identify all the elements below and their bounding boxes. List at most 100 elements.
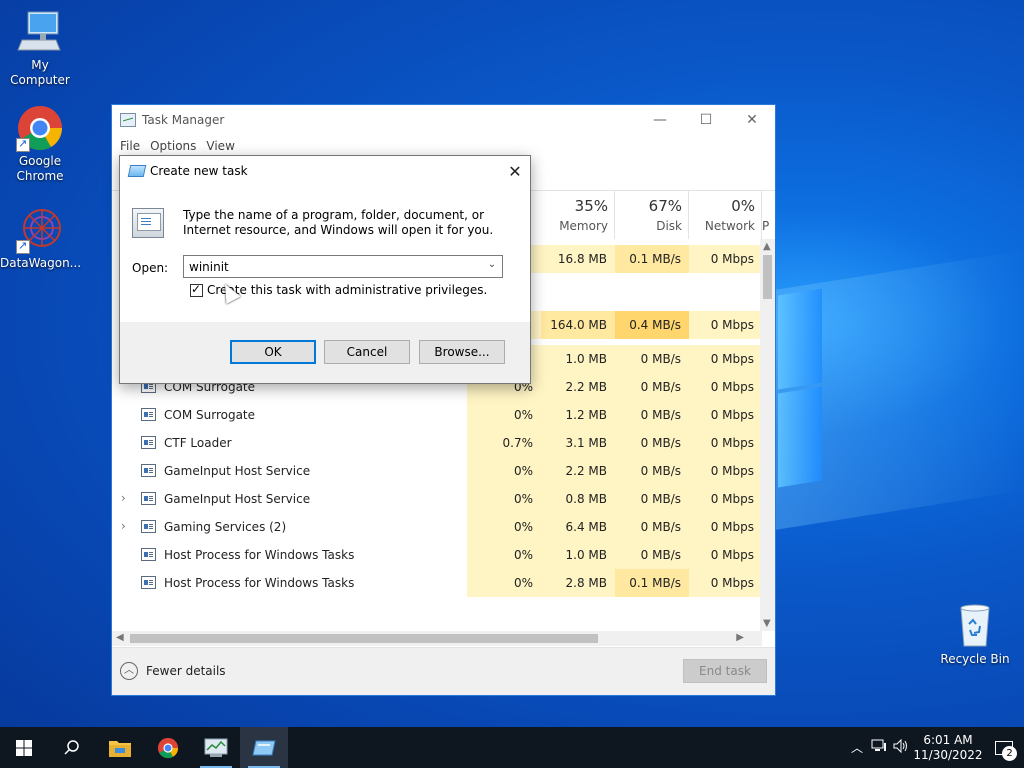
folder-icon [109, 740, 131, 757]
process-name: GameInput Host Service [164, 492, 311, 506]
cell-cpu: 0% [467, 513, 541, 541]
task-manager-icon [120, 113, 136, 127]
search-button[interactable] [48, 727, 96, 768]
minimize-button[interactable]: — [637, 105, 683, 135]
cell-net: 0 Mbps [689, 311, 762, 339]
cell-disk: 0.1 MB/s [615, 569, 689, 597]
vertical-scrollbar[interactable]: ▲ ▼ [760, 239, 775, 631]
desktop-icon-datawagon[interactable]: DataWagon... [0, 206, 81, 271]
process-name: Host Process for Windows Tasks [164, 576, 355, 590]
cell-disk: 0 MB/s [615, 457, 689, 485]
dialog-button-bar: OK Cancel Browse... [120, 322, 530, 383]
scrollbar-thumb[interactable] [130, 634, 598, 643]
scroll-right-icon[interactable]: ▶ [736, 632, 744, 643]
end-task-button[interactable]: End task [683, 659, 767, 683]
scroll-up-icon[interactable]: ▲ [763, 241, 771, 252]
taskbar-run-dialog[interactable] [240, 727, 288, 768]
cell-cpu: 0% [467, 569, 541, 597]
cell-net: 0 Mbps [689, 541, 762, 569]
chevron-down-icon[interactable]: ⌄ [485, 259, 499, 270]
task-manager-icon [204, 738, 228, 757]
datawagon-icon [16, 206, 64, 254]
ok-button[interactable]: OK [230, 340, 316, 364]
process-row[interactable]: GameInput Host Service 0% 2.2 MB 0 MB/s 0 Mb… [112, 457, 762, 485]
taskbar-file-explorer[interactable] [96, 727, 144, 768]
desktop-icon-label: My Computer [10, 58, 70, 87]
run-dialog-icon [132, 208, 164, 238]
clock[interactable]: 6:01 AM 11/30/2022 [912, 733, 984, 763]
computer-icon [16, 8, 64, 56]
taskbar-task-manager[interactable] [192, 727, 240, 768]
process-name: Gaming Services (2) [164, 520, 287, 534]
open-input[interactable]: wininit [189, 260, 229, 274]
scroll-down-icon[interactable]: ▼ [763, 618, 771, 629]
column-header-network[interactable]: 0% Network [689, 191, 762, 239]
window-title: Task Manager [142, 113, 225, 127]
dialog-close-button[interactable]: ✕ [500, 156, 530, 186]
desktop-icon-my-computer[interactable]: My Computer [0, 8, 80, 88]
process-row[interactable]: Host Process for Windows Tasks 0% 1.0 MB 0 … [112, 541, 762, 569]
cell-net: 0 Mbps [689, 401, 762, 429]
browse-button[interactable]: Browse... [419, 340, 505, 364]
cell-disk: 0 MB/s [615, 345, 689, 373]
create-new-task-dialog: Create new task ✕ Type the name of a pro… [119, 155, 531, 384]
cell-mem: 3.1 MB [541, 429, 615, 457]
desktop-icon-recycle-bin[interactable]: Recycle Bin [935, 602, 1015, 667]
notification-count-badge: 2 [1002, 746, 1017, 761]
cell-cpu: 0% [467, 401, 541, 429]
close-button[interactable]: ✕ [729, 105, 775, 135]
cell-net: 0 Mbps [689, 429, 762, 457]
run-icon [252, 740, 276, 755]
desktop-icon-google-chrome[interactable]: Google Chrome [0, 104, 80, 184]
process-row[interactable]: CTF Loader 0.7% 3.1 MB 0 MB/s 0 Mbps [112, 429, 762, 457]
process-row[interactable]: › GameInput Host Service 0% 0.8 MB 0 MB/s 0 M… [112, 485, 762, 513]
process-icon [141, 548, 156, 561]
chevron-right-icon[interactable]: › [121, 519, 126, 533]
chrome-icon [157, 737, 179, 758]
wallpaper-windows-logo [778, 288, 822, 488]
action-center-button[interactable]: 2 [984, 727, 1024, 768]
system-tray: ︿ 6:01 AM 11/30/2022 2 [846, 727, 1024, 768]
cell-disk: 0 MB/s [615, 513, 689, 541]
cancel-button[interactable]: Cancel [324, 340, 410, 364]
chevron-up-icon[interactable]: ︿ [846, 739, 868, 756]
cell-disk: 0 MB/s [615, 429, 689, 457]
fewer-details-button[interactable]: ︿ Fewer details [120, 662, 226, 680]
footer: ︿ Fewer details End task [112, 647, 775, 695]
scrollbar-thumb[interactable] [763, 255, 772, 299]
open-combobox[interactable]: wininit ⌄ [183, 255, 503, 278]
cell-disk: 0.4 MB/s [615, 311, 689, 339]
checkbox-checked-icon[interactable] [190, 282, 203, 297]
column-header-power[interactable]: P [762, 191, 775, 239]
chevron-right-icon[interactable]: › [121, 491, 126, 505]
clock-time: 6:01 AM [923, 732, 973, 747]
cell-net: 0 Mbps [689, 485, 762, 513]
cell-cpu: 0.7% [467, 429, 541, 457]
horizontal-scrollbar[interactable]: ◀ ▶ [112, 631, 762, 646]
run-icon [127, 165, 147, 177]
menu-file[interactable]: File [120, 139, 140, 153]
cell-cpu: 0% [467, 457, 541, 485]
column-header-disk[interactable]: 67% Disk [615, 191, 689, 239]
taskbar-chrome[interactable] [144, 727, 192, 768]
process-row[interactable]: › Gaming Services (2) 0% 6.4 MB 0 MB/s 0 Mbps [112, 513, 762, 541]
menu-options[interactable]: Options [150, 139, 196, 153]
process-row[interactable]: COM Surrogate 0% 1.2 MB 0 MB/s 0 Mbps [112, 401, 762, 429]
column-header-memory[interactable]: 35% Memory [541, 191, 615, 239]
cell-net: 0 Mbps [689, 457, 762, 485]
dialog-title-bar[interactable]: Create new task ✕ [120, 156, 530, 186]
network-icon[interactable] [868, 739, 890, 756]
menu-view[interactable]: View [206, 139, 234, 153]
volume-icon[interactable] [890, 738, 912, 756]
title-bar[interactable]: Task Manager — ☐ ✕ [112, 105, 775, 135]
process-icon [141, 520, 156, 533]
start-button[interactable] [0, 727, 48, 768]
maximize-button[interactable]: ☐ [683, 105, 729, 135]
cell-mem: 164.0 MB [541, 311, 615, 339]
process-row[interactable]: Host Process for Windows Tasks 0% 2.8 MB 0.… [112, 569, 762, 597]
scroll-left-icon[interactable]: ◀ [116, 632, 124, 643]
open-label: Open: [132, 261, 169, 275]
cell-disk: 0.1 MB/s [615, 245, 689, 273]
shortcut-arrow-icon [16, 136, 30, 152]
cell-mem: 0.8 MB [541, 485, 615, 513]
